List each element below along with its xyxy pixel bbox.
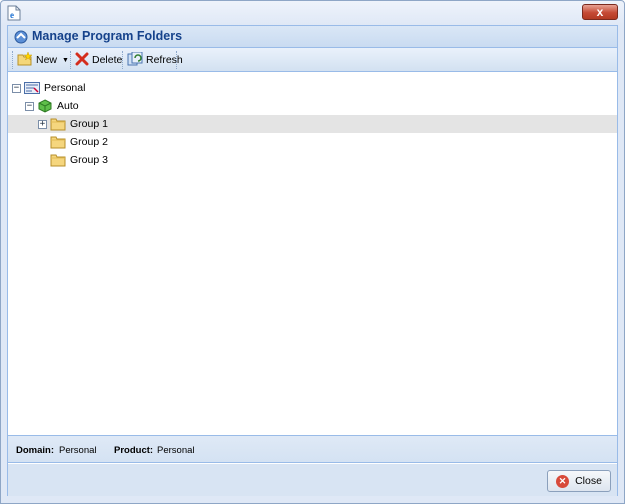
close-label: Close [575,475,602,487]
chevron-down-icon: ▼ [62,56,69,64]
svg-text:e: e [10,10,14,20]
ie-page-icon: e [7,5,21,21]
domain-label: Domain: [16,445,54,456]
toolbar-separator [70,51,72,69]
window-titlebar: e x [1,1,624,25]
tree-node-auto[interactable]: − Auto [25,97,79,115]
personal-folder-icon [24,81,40,95]
new-label: New [36,54,58,66]
tree-node-personal[interactable]: − Personal [12,79,85,97]
folder-link-icon [13,29,29,45]
expand-toggle-icon[interactable]: + [38,119,47,129]
collapse-toggle-icon[interactable]: − [12,83,21,93]
delete-button[interactable]: Delete [75,51,122,69]
close-icon: ✕ [556,474,570,488]
folder-tree: − Personal − Auto + Group 1 Group 2 Grou… [8,73,617,435]
status-bar: Domain: Personal Product: Personal [8,435,617,463]
folder-icon [50,135,66,149]
refresh-button[interactable]: Refresh [127,51,183,69]
tree-node-group-1[interactable]: + Group 1 [8,115,617,133]
toolbar-grip [12,51,14,69]
new-folder-icon [17,50,33,69]
tree-node-label: Auto [57,100,79,112]
page-title: Manage Program Folders [32,29,183,43]
dialog-footer: ✕ Close [8,464,617,496]
tree-node-label: Group 2 [70,136,108,148]
green-cube-icon [37,99,53,113]
tree-node-label: Personal [44,82,86,94]
product-label: Product: [114,445,154,456]
new-button[interactable]: New ▼ [17,50,69,69]
folder-icon [50,153,66,167]
tree-node-label: Group 3 [70,154,108,166]
folder-icon [50,117,66,131]
tree-node-group-2[interactable]: Group 2 [50,133,108,151]
domain-value: Personal [59,445,97,456]
toolbar: New ▼ Delete Refresh [8,48,617,72]
collapse-toggle-icon[interactable]: − [25,101,34,111]
delete-x-icon [75,52,89,69]
product-value: Personal [157,445,195,456]
toolbar-separator [122,51,124,69]
tree-node-label: Group 1 [70,118,108,130]
tree-node-group-3[interactable]: Group 3 [50,151,108,169]
panel-header: Manage Program Folders [8,26,617,48]
refresh-icon [127,51,143,69]
toolbar-grip-end [176,51,178,69]
window-close-button[interactable]: x [582,4,618,20]
manage-folders-panel: Manage Program Folders New ▼ Delete Refr… [7,25,618,496]
dialog-window: e x Manage Program Folders New ▼ Delete … [0,0,625,504]
close-button[interactable]: ✕ Close [547,470,611,492]
delete-label: Delete [92,54,123,66]
